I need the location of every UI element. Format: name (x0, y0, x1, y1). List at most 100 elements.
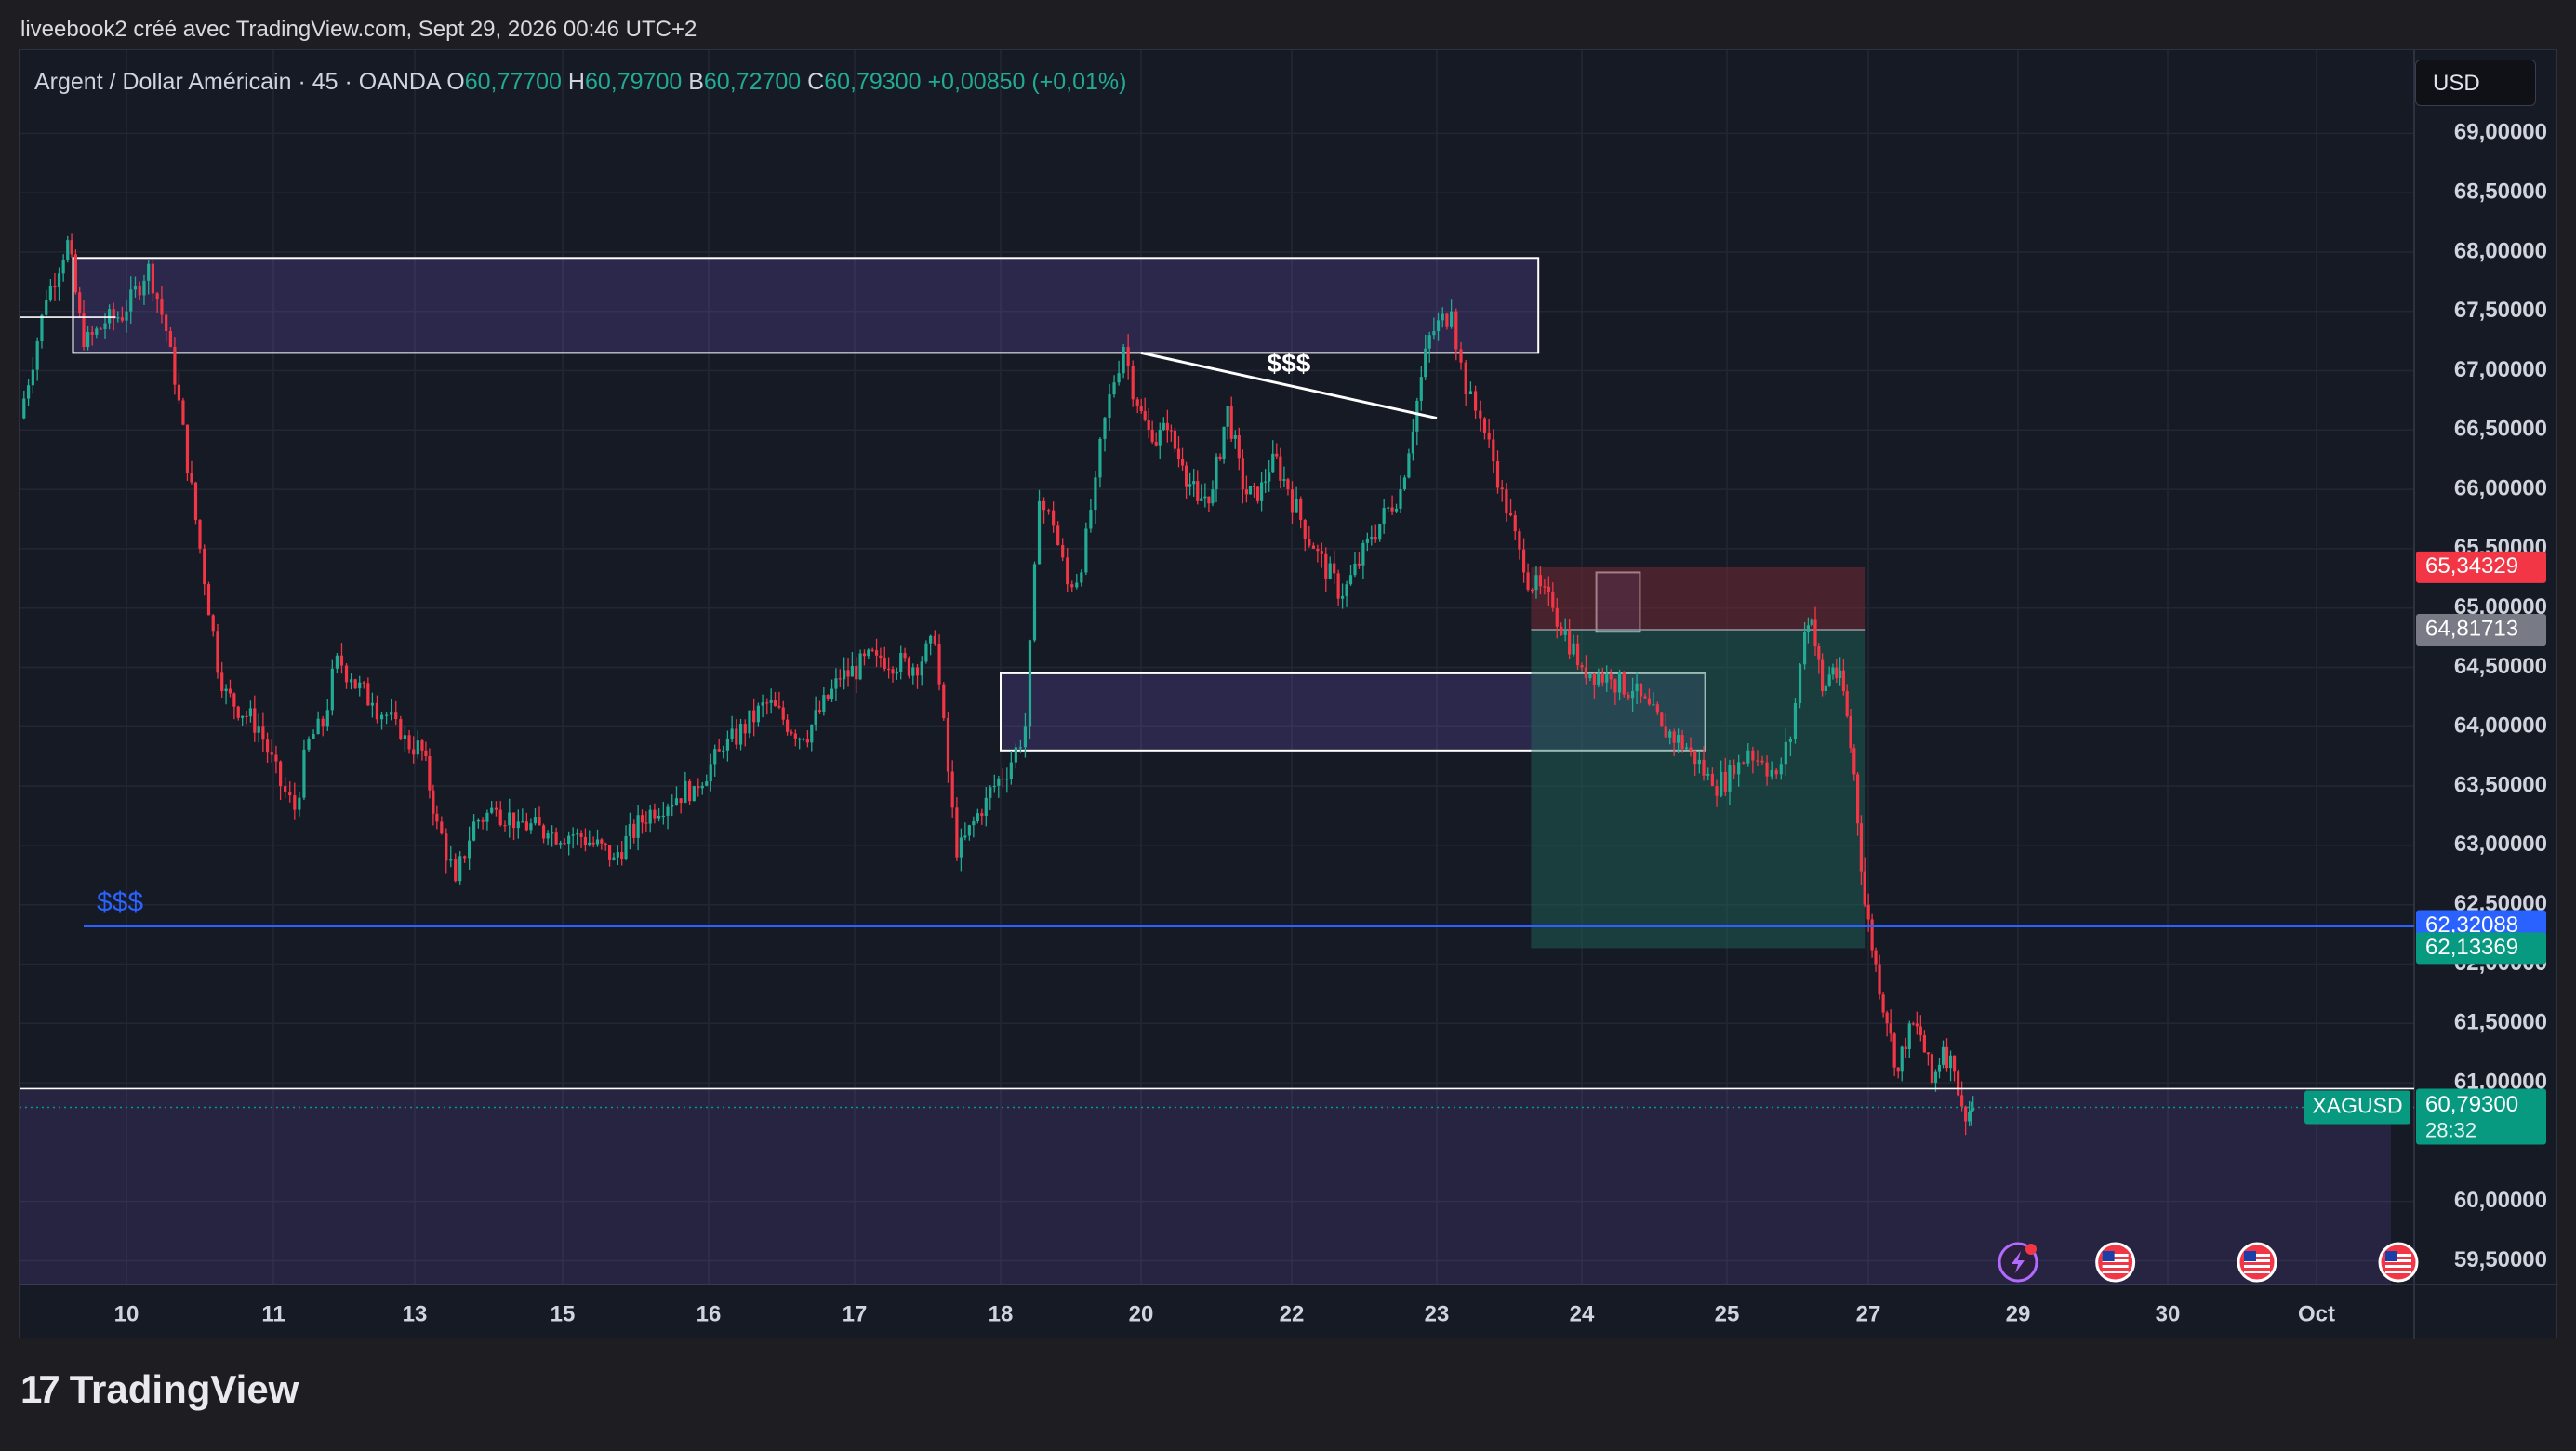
candle-body[interactable] (511, 812, 516, 829)
candle-body[interactable] (870, 649, 874, 651)
candle-body[interactable] (1143, 410, 1147, 420)
candle-body[interactable] (165, 314, 168, 331)
candle-body[interactable] (972, 820, 976, 826)
candle-body[interactable] (1241, 458, 1244, 490)
candle-body[interactable] (66, 240, 70, 260)
candle-body[interactable] (284, 786, 287, 793)
candle-body[interactable] (1348, 575, 1353, 585)
candle-body[interactable] (1244, 489, 1248, 495)
candle-body[interactable] (579, 833, 583, 837)
candle-body[interactable] (891, 669, 895, 674)
candle-body[interactable] (822, 695, 826, 712)
candle-body[interactable] (1215, 456, 1218, 490)
candle-body[interactable] (312, 734, 315, 739)
candle-body[interactable] (1094, 477, 1097, 511)
candle-body[interactable] (1382, 508, 1386, 525)
candle-body[interactable] (86, 332, 90, 347)
candle-body[interactable] (206, 584, 211, 616)
candle-body[interactable] (1885, 1012, 1889, 1024)
candle-body[interactable] (1904, 1046, 1907, 1050)
candle-body[interactable] (1568, 630, 1572, 655)
candle-body[interactable] (1295, 498, 1298, 513)
candle-body[interactable] (257, 726, 260, 733)
candle-body[interactable] (1158, 430, 1162, 446)
candle-body[interactable] (858, 653, 862, 680)
candle-body[interactable] (1378, 524, 1382, 540)
candle-body[interactable] (454, 859, 458, 882)
candle-body[interactable] (705, 781, 709, 786)
candle-body[interactable] (538, 817, 541, 826)
candle-body[interactable] (687, 780, 692, 802)
candle-body[interactable] (879, 655, 883, 658)
candle-body[interactable] (1252, 486, 1256, 487)
price-chart[interactable]: $$$ $$$ 69,00000 68,50000 68,00000 67,50000 67… (20, 50, 2558, 1339)
candle-body[interactable] (1960, 1095, 1964, 1107)
candle-body[interactable] (955, 807, 959, 858)
candle-body[interactable] (1150, 429, 1154, 443)
candle-body[interactable] (1454, 311, 1458, 350)
candle-body[interactable] (120, 317, 124, 321)
candle-body[interactable] (1784, 741, 1787, 765)
candle-body[interactable] (403, 735, 407, 739)
candle-body[interactable] (1014, 747, 1017, 763)
candle-body[interactable] (228, 688, 232, 694)
candle-body[interactable] (1394, 508, 1399, 512)
candle-body[interactable] (1479, 410, 1482, 419)
candle-body[interactable] (1299, 498, 1303, 520)
candle-body[interactable] (1207, 496, 1211, 504)
candle-body[interactable] (1697, 759, 1701, 765)
candle-body[interactable] (632, 823, 636, 838)
candle-body[interactable] (181, 400, 185, 425)
candle-body[interactable] (595, 839, 600, 845)
candle-body[interactable] (997, 778, 1001, 786)
candle-body[interactable] (1075, 582, 1079, 588)
candle-body[interactable] (735, 728, 738, 745)
candle-body[interactable] (1664, 726, 1667, 738)
candle-body[interactable] (1580, 665, 1584, 668)
candle-body[interactable] (53, 286, 57, 288)
candle-body[interactable] (653, 809, 657, 819)
candle-body[interactable] (1896, 1067, 1900, 1072)
candle-body[interactable] (366, 683, 370, 706)
candle-body[interactable] (563, 843, 566, 845)
candle-body[interactable] (1411, 431, 1414, 454)
candle-body[interactable] (722, 750, 725, 752)
candle-body[interactable] (1098, 438, 1102, 478)
candle-body[interactable] (1500, 487, 1504, 490)
candle-body[interactable] (1627, 694, 1630, 699)
candle-body[interactable] (445, 833, 448, 861)
candle-body[interactable] (942, 684, 946, 719)
candle-body[interactable] (671, 805, 674, 807)
candle-body[interactable] (838, 678, 842, 680)
candle-body[interactable] (607, 845, 612, 860)
candle-body[interactable] (1889, 1023, 1892, 1034)
candle-body[interactable] (899, 652, 903, 672)
candle-body[interactable] (476, 819, 480, 822)
candle-body[interactable] (1032, 564, 1037, 641)
candle-body[interactable] (1056, 525, 1060, 545)
candle-body[interactable] (224, 688, 228, 692)
candle-body[interactable] (1154, 442, 1158, 446)
candle-body[interactable] (1052, 510, 1056, 526)
candle-body[interactable] (1324, 553, 1328, 579)
candle-body[interactable] (1609, 673, 1613, 680)
candle-body[interactable] (78, 292, 82, 313)
candle-body[interactable] (129, 289, 133, 312)
candle-body[interactable] (1365, 538, 1369, 543)
candle-body[interactable] (1680, 735, 1684, 749)
candle-body[interactable] (1345, 584, 1348, 596)
candle-body[interactable] (946, 718, 950, 772)
candle-body[interactable] (142, 280, 146, 296)
candle-body[interactable] (1547, 586, 1550, 592)
candle-body[interactable] (959, 837, 963, 858)
candle-body[interactable] (449, 859, 453, 861)
candle-body[interactable] (253, 708, 257, 733)
candle-body[interactable] (793, 733, 797, 739)
candle-body[interactable] (1353, 563, 1357, 576)
candle-body[interactable] (325, 710, 329, 727)
candle-body[interactable] (379, 714, 384, 720)
candle-body[interactable] (1103, 417, 1107, 439)
candle-body[interactable] (168, 330, 172, 347)
candle-body[interactable] (1930, 1054, 1934, 1084)
candle-body[interactable] (666, 806, 670, 816)
